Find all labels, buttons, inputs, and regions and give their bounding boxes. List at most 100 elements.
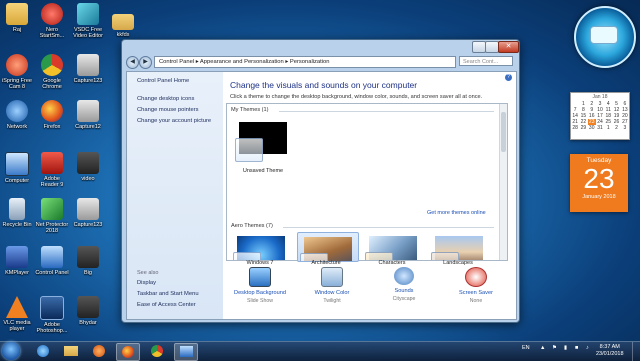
media-player-icon[interactable]	[88, 343, 110, 359]
screen-saver-option[interactable]: Screen Saver None	[441, 264, 511, 304]
firefox-icon	[41, 100, 63, 122]
computer-icon	[5, 152, 29, 176]
calendar-day[interactable]: 1	[604, 125, 612, 131]
taskbar-start-menu-link[interactable]: Taskbar and Start Menu	[137, 291, 199, 297]
desktop-icon-ispring[interactable]: iSpring Free Cam 8	[0, 54, 34, 90]
desktop-icon-recycle-bin[interactable]: Recycle Bin	[0, 198, 34, 228]
calendar-gadget[interactable]: Jan 18 1 2 3 4 5 6 7 8 9 10 11 12 13 14 15 16 17 18 19 20 21…	[570, 92, 630, 140]
show-desktop-button[interactable]	[632, 342, 640, 361]
desktop-icon-capture12[interactable]: Capture12	[71, 100, 105, 130]
sounds-icon	[394, 267, 414, 285]
desktop-icon-computer[interactable]: Computer	[0, 152, 34, 184]
desktop-icon-vsdc[interactable]: VSDC Free Video Editor	[71, 3, 105, 39]
desktop-icon-capture123[interactable]: Capture123	[71, 54, 105, 84]
calendar-day[interactable]: 31	[596, 125, 604, 131]
change-account-picture-link[interactable]: Change your account picture	[137, 118, 211, 124]
theme-color-swatch	[235, 138, 263, 162]
theme-landscapes[interactable]	[429, 232, 489, 260]
video-file-icon	[77, 152, 99, 174]
gadget-widget[interactable]	[574, 6, 636, 68]
network-status-icon[interactable]: ■	[575, 345, 578, 351]
personalization-window: ✕ ◀ ▶ Control Panel ▸ Appearance and Per…	[121, 39, 520, 323]
control-panel-home-link[interactable]: Control Panel Home	[137, 78, 189, 84]
language-indicator[interactable]: EN	[522, 345, 530, 351]
date-gadget[interactable]: Tuesday 23 January 2018	[570, 154, 628, 212]
window-color-icon	[321, 267, 343, 287]
desktop-icon-raj[interactable]: Raj	[0, 3, 34, 33]
start-button[interactable]	[2, 342, 20, 360]
desktop-icon-firefox[interactable]: Firefox	[35, 100, 69, 130]
photoshop-icon	[40, 296, 64, 320]
desktop-icon-capture123-2[interactable]: Capture123	[71, 198, 105, 228]
calendar-day[interactable]: 28	[571, 125, 579, 131]
desktop-icon-control-panel[interactable]: Control Panel	[35, 246, 69, 276]
desktop-icon-big[interactable]: Big	[71, 246, 105, 276]
firefox-icon[interactable]	[116, 343, 140, 361]
close-button[interactable]: ✕	[498, 41, 519, 53]
title-bar[interactable]: ✕	[122, 40, 519, 55]
capture-icon	[77, 54, 99, 76]
desktop-icon-kmplayer[interactable]: KMPlayer	[0, 246, 34, 276]
window-color-option[interactable]: Window Color Twilight	[297, 264, 367, 304]
internet-explorer-icon[interactable]	[32, 343, 54, 359]
theme-color-swatch	[431, 252, 459, 260]
calendar-day[interactable]: 2	[612, 125, 620, 131]
desktop-icon-bhydar[interactable]: Bhydar	[71, 296, 105, 326]
divider	[279, 111, 494, 112]
battery-icon[interactable]: ▮	[564, 345, 567, 351]
search-input[interactable]: Search Cont...	[459, 56, 513, 66]
theme-architecture[interactable]	[297, 232, 359, 262]
desktop-icon-photoshop[interactable]: Adobe Photoshop...	[35, 296, 69, 334]
gadget-display-icon	[590, 26, 618, 44]
desktop-icon-nero[interactable]: Nero StartSm...	[35, 3, 69, 39]
help-icon[interactable]: ?	[505, 74, 512, 81]
minimize-button[interactable]	[472, 41, 486, 53]
clock[interactable]: 8:37 AM 23/01/2018	[596, 344, 624, 358]
file-explorer-icon[interactable]	[60, 343, 82, 359]
maximize-button[interactable]	[485, 41, 499, 53]
display-link[interactable]: Display	[137, 280, 156, 286]
flag-icon[interactable]: ⚑	[552, 345, 557, 351]
desktop-icon-chrome[interactable]: Google Chrome	[35, 54, 69, 90]
clock-time: 8:37 AM	[599, 344, 620, 350]
control-panel-icon	[41, 246, 63, 268]
theme-list-scrollbar[interactable]	[499, 104, 507, 260]
net-protector-icon	[41, 198, 63, 220]
desktop-icon-kkfds[interactable]: kkfds	[106, 14, 140, 38]
ease-of-access-link[interactable]: Ease of Access Center	[137, 302, 196, 308]
theme-color-swatch	[233, 252, 261, 260]
volume-icon[interactable]: ♪	[586, 345, 589, 351]
theme-options-row: Desktop Background Slide Show Window Col…	[223, 264, 516, 319]
theme-characters[interactable]	[363, 232, 423, 260]
calendar-day[interactable]: 30	[588, 125, 596, 131]
tray-expand-icon[interactable]: ▲	[540, 345, 545, 351]
theme-unsaved[interactable]: Unsaved Theme	[233, 118, 293, 182]
forward-button[interactable]: ▶	[139, 56, 152, 69]
desktop-icon-net-protector[interactable]: Net Protector 2018	[35, 198, 69, 234]
back-button[interactable]: ◀	[126, 56, 139, 69]
theme-color-swatch	[365, 252, 393, 260]
address-bar[interactable]: Control Panel ▸ Appearance and Personali…	[154, 56, 456, 68]
desktop-background-option[interactable]: Desktop Background Slide Show	[225, 264, 295, 304]
screen-saver-icon	[465, 267, 487, 287]
change-desktop-icons-link[interactable]: Change desktop icons	[137, 96, 194, 102]
calendar-day[interactable]: 3	[621, 125, 629, 131]
vlc-icon	[6, 296, 28, 318]
desktop-icon-adobe-reader[interactable]: Adobe Reader 9	[35, 152, 69, 188]
desktop-icon-network[interactable]: Network	[0, 100, 34, 130]
adobe-reader-icon	[41, 152, 63, 174]
scrollbar-thumb[interactable]	[501, 112, 506, 152]
kmplayer-icon	[6, 246, 28, 268]
theme-windows-7[interactable]	[231, 232, 291, 260]
calendar-day[interactable]: 29	[579, 125, 587, 131]
back-arrow-icon: ◀	[130, 59, 135, 65]
sounds-option[interactable]: Sounds Cityscape	[369, 264, 439, 302]
chrome-icon[interactable]	[146, 343, 168, 359]
desktop-icon-vlc[interactable]: VLC media player	[0, 296, 34, 332]
get-more-themes-link[interactable]: Get more themes online	[427, 210, 486, 216]
file-icon	[77, 246, 99, 268]
clock-date: 23/01/2018	[596, 351, 624, 357]
control-panel-icon[interactable]	[174, 343, 198, 361]
change-mouse-pointers-link[interactable]: Change mouse pointers	[137, 107, 199, 113]
desktop-icon-video[interactable]: video	[71, 152, 105, 182]
